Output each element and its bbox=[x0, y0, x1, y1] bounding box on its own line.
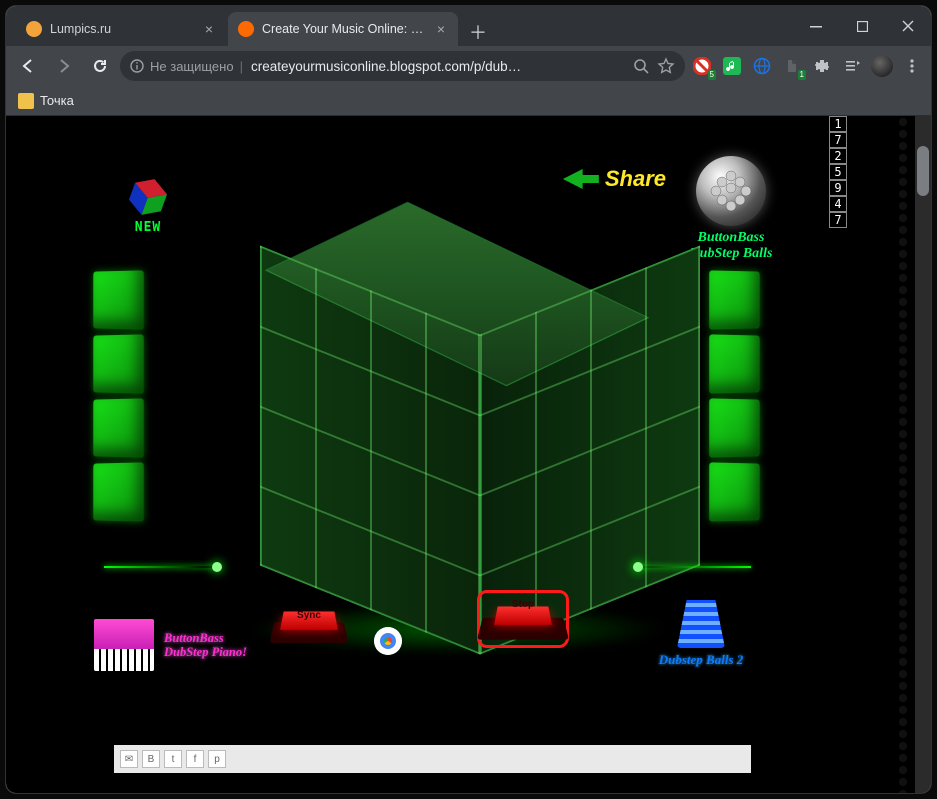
extensions-button[interactable] bbox=[809, 53, 835, 79]
counter-digit: 7 bbox=[829, 212, 847, 228]
pillar-cell[interactable] bbox=[93, 270, 143, 329]
pillar-cell[interactable] bbox=[709, 270, 759, 329]
right-pillar[interactable] bbox=[709, 271, 761, 521]
new-cube-icon bbox=[121, 170, 175, 224]
dubstep-balls-link[interactable]: ButtonBass DubStep Balls bbox=[671, 156, 791, 262]
scroll-thumb[interactable] bbox=[917, 146, 929, 196]
pillar-cell[interactable] bbox=[93, 334, 143, 393]
decorative-bubbles bbox=[893, 116, 913, 793]
close-icon[interactable]: × bbox=[434, 22, 448, 36]
extension-globe[interactable] bbox=[749, 53, 775, 79]
piano-label: ButtonBass DubStep Piano! bbox=[164, 631, 247, 660]
visit-counter: 1 7 2 5 9 4 7 bbox=[829, 116, 847, 228]
insecure-label: Не защищено bbox=[150, 59, 234, 74]
search-icon[interactable] bbox=[633, 58, 649, 74]
folder-icon bbox=[18, 93, 34, 109]
pillar-cell[interactable] bbox=[709, 334, 759, 393]
laser-left bbox=[104, 566, 214, 568]
extension-music[interactable] bbox=[719, 53, 745, 79]
left-pillar[interactable] bbox=[92, 271, 144, 521]
pinterest-share-icon[interactable]: p bbox=[208, 750, 226, 768]
blog-share-icon[interactable]: B bbox=[142, 750, 160, 768]
close-icon[interactable]: × bbox=[202, 22, 216, 36]
favicon bbox=[238, 21, 254, 37]
arrow-left-icon bbox=[563, 169, 599, 189]
extension-downloads[interactable] bbox=[779, 53, 805, 79]
reading-list-icon[interactable] bbox=[839, 53, 865, 79]
stop-label: Stop bbox=[480, 593, 566, 645]
bookmark-label: Точка bbox=[40, 93, 74, 108]
titlebar: Lumpics.ru × Create Your Music Online: D… bbox=[6, 6, 931, 46]
toolbar: Не защищено | createyourmusiconline.blog… bbox=[6, 46, 931, 86]
back-button[interactable] bbox=[12, 50, 44, 82]
info-icon bbox=[130, 59, 144, 73]
counter-digit: 2 bbox=[829, 148, 847, 164]
viewport: 1 7 2 5 9 4 7 NEW Share bbox=[6, 116, 931, 793]
stop-button[interactable]: Stop bbox=[477, 590, 569, 648]
bookmark-tochka[interactable]: Точка bbox=[18, 93, 74, 109]
tab-title: Create Your Music Online: Dubst… bbox=[262, 22, 426, 36]
facebook-share-icon[interactable]: f bbox=[186, 750, 204, 768]
laser-dot bbox=[212, 562, 222, 572]
sync-label: Sync bbox=[272, 604, 346, 648]
browser-window: Lumpics.ru × Create Your Music Online: D… bbox=[6, 6, 931, 793]
laser-right bbox=[641, 566, 751, 568]
dubstep-cube[interactable] bbox=[242, 194, 672, 624]
omnibox[interactable]: Не защищено | createyourmusiconline.blog… bbox=[120, 51, 685, 81]
vertical-scrollbar[interactable] bbox=[915, 116, 931, 793]
star-icon[interactable] bbox=[657, 57, 675, 75]
bookmarks-bar: Точка bbox=[6, 86, 931, 116]
menu-button[interactable] bbox=[899, 53, 925, 79]
email-share-icon[interactable]: ✉ bbox=[120, 750, 138, 768]
new-tab-button[interactable]: ＋ bbox=[464, 18, 492, 46]
laser-dot bbox=[633, 562, 643, 572]
dubstep-balls2-link[interactable]: Dubstep Balls 2 bbox=[631, 600, 771, 668]
maximize-button[interactable] bbox=[839, 6, 885, 46]
dubstep-piano-link[interactable]: ButtonBass DubStep Piano! bbox=[94, 619, 274, 671]
balls2-icon bbox=[677, 600, 725, 648]
share-label: Share bbox=[605, 166, 666, 192]
tab-title: Lumpics.ru bbox=[50, 22, 194, 36]
new-label: NEW bbox=[127, 220, 169, 235]
minimize-button[interactable] bbox=[793, 6, 839, 46]
page-content: 1 7 2 5 9 4 7 NEW Share bbox=[6, 116, 931, 793]
balls-icon bbox=[696, 156, 766, 226]
security-indicator[interactable]: Не защищено | bbox=[130, 59, 243, 74]
profile-avatar[interactable] bbox=[869, 53, 895, 79]
twitter-share-icon[interactable]: t bbox=[164, 750, 182, 768]
counter-digit: 1 bbox=[829, 116, 847, 132]
pillar-cell[interactable] bbox=[709, 462, 759, 521]
tab-lumpics[interactable]: Lumpics.ru × bbox=[16, 12, 226, 46]
tab-createyourmusic[interactable]: Create Your Music Online: Dubst… × bbox=[228, 12, 458, 46]
piano-icon bbox=[94, 619, 154, 671]
tabstrip: Lumpics.ru × Create Your Music Online: D… bbox=[6, 6, 793, 46]
pillar-cell[interactable] bbox=[93, 462, 143, 521]
sync-button[interactable]: Sync bbox=[272, 604, 346, 648]
close-button[interactable] bbox=[885, 6, 931, 46]
pillar-cell[interactable] bbox=[709, 398, 759, 457]
counter-digit: 9 bbox=[829, 180, 847, 196]
window-controls bbox=[793, 6, 931, 46]
chrome-icon[interactable] bbox=[374, 627, 402, 655]
counter-digit: 7 bbox=[829, 132, 847, 148]
counter-digit: 4 bbox=[829, 196, 847, 212]
share-button[interactable]: Share bbox=[563, 166, 666, 192]
favicon bbox=[26, 21, 42, 37]
new-badge[interactable]: NEW bbox=[127, 176, 169, 235]
reload-button[interactable] bbox=[84, 50, 116, 82]
cube-body[interactable] bbox=[242, 194, 672, 624]
url-text: createyourmusiconline.blogspot.com/p/dub… bbox=[251, 59, 625, 74]
counter-digit: 5 bbox=[829, 164, 847, 180]
flash-app: 1 7 2 5 9 4 7 NEW Share bbox=[22, 116, 891, 783]
extension-adblock[interactable] bbox=[689, 53, 715, 79]
pillar-cell[interactable] bbox=[93, 398, 143, 457]
forward-button[interactable] bbox=[48, 50, 80, 82]
blog-share-bar: ✉ B t f p bbox=[114, 745, 751, 773]
balls2-label: Dubstep Balls 2 bbox=[631, 652, 771, 668]
